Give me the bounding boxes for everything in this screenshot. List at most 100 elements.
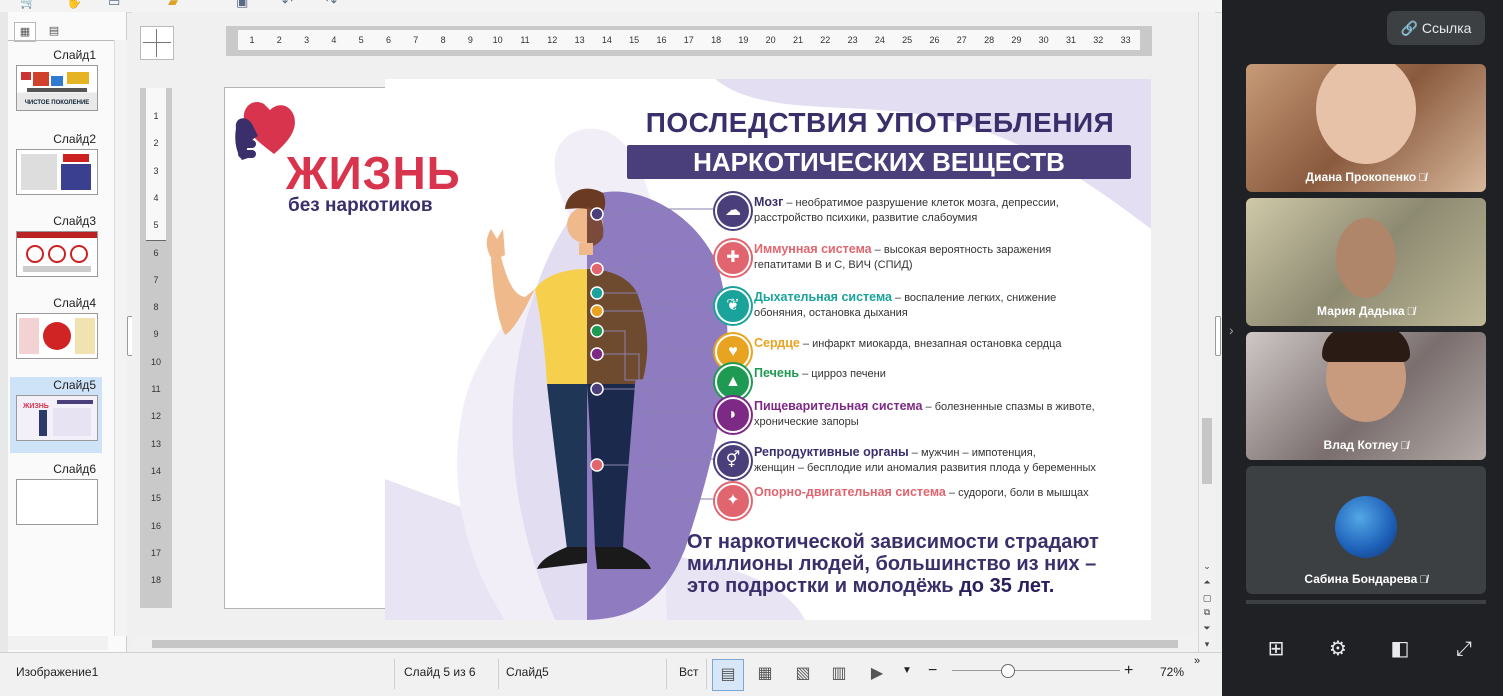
participant-tile-1[interactable]: Диана Прокопенко 🎙̸ bbox=[1246, 64, 1486, 192]
horizontal-ruler[interactable]: 1 2 3 4 5 6 7 8 9 10 11 12 13 14 15 16 17 18 19 20 21 22 23 24 2… bbox=[226, 26, 1152, 56]
next-slide-icon[interactable]: ⏷ bbox=[1201, 622, 1213, 634]
consequence-text: – цирроз печени bbox=[799, 368, 886, 380]
organ-dot bbox=[590, 347, 604, 361]
ruler-number: 29 bbox=[1011, 35, 1022, 45]
zoom-out-icon[interactable]: − bbox=[928, 662, 937, 680]
share-link-button[interactable]: 🔗 Ссылка bbox=[1387, 11, 1485, 45]
ruler-number: 17 bbox=[683, 35, 694, 45]
duplicate-icon[interactable]: ⧉ bbox=[1201, 606, 1213, 618]
consequence-item: Сердце – инфаркт миокарда, внезапная ост… bbox=[754, 336, 1144, 352]
undo-icon[interactable]: ↶ bbox=[282, 0, 298, 9]
slides-grid-icon[interactable]: ▦ bbox=[14, 22, 36, 42]
slide-1-preview: ЧИСТОЕ ПОКОЛЕНИЕ bbox=[21, 72, 89, 106]
grid-layout-icon[interactable]: ⊞ bbox=[1264, 637, 1288, 661]
organ-dot bbox=[590, 286, 604, 300]
ruler-number: 6 bbox=[385, 35, 392, 45]
organ-icon: ❦ bbox=[715, 288, 751, 324]
zoom-slider-track[interactable] bbox=[952, 670, 1120, 671]
slide-thumbnail-2[interactable]: Слайд2 bbox=[10, 131, 102, 207]
scroll-end-icon[interactable]: ▾ bbox=[1201, 638, 1213, 650]
editor-vertical-scrollbar[interactable] bbox=[1198, 12, 1215, 652]
ruler-corner[interactable] bbox=[140, 26, 174, 60]
slide-thumbnail-3[interactable]: Слайд3 bbox=[10, 213, 102, 289]
organ-icon: ✚ bbox=[715, 240, 751, 276]
editor-vscroll-thumb[interactable] bbox=[1202, 418, 1212, 484]
consequence-item: Репродуктивные органы – мужчин – импотен… bbox=[754, 445, 1144, 476]
participant-name: Влад Котлеу bbox=[1323, 438, 1399, 452]
slide-thumbnail-6[interactable]: Слайд6 bbox=[10, 461, 102, 537]
consequence-item: Мозг – необратимое разрушение клеток моз… bbox=[754, 195, 1144, 226]
ruler-number: 20 bbox=[765, 35, 776, 45]
ruler-number: 32 bbox=[1093, 35, 1104, 45]
fullscreen-icon[interactable]: ⤢ bbox=[1452, 637, 1476, 661]
settings-gear-icon[interactable]: ⚙ bbox=[1326, 637, 1350, 661]
logo-big-text: ЖИЗНЬ bbox=[286, 147, 461, 199]
zoom-level[interactable]: 72% bbox=[1160, 665, 1184, 679]
ruler-number: 27 bbox=[956, 35, 967, 45]
cart-icon[interactable]: 🛒 bbox=[20, 0, 36, 9]
picture-in-picture-icon[interactable]: ◧ bbox=[1388, 637, 1412, 661]
hand-icon[interactable]: ✋ bbox=[66, 0, 82, 9]
slides-panel-scrollbar[interactable] bbox=[114, 40, 127, 636]
consequence-text-2: расстройство психики, развитие слабоумия bbox=[754, 212, 978, 224]
organ-dot bbox=[590, 324, 604, 338]
participant-name: Мария Дадыка bbox=[1317, 304, 1405, 318]
editor-hscroll-thumb[interactable] bbox=[152, 640, 1178, 648]
slide-thumbnail-5[interactable]: Слайд5 ЖИЗНЬ bbox=[10, 377, 102, 453]
normal-view-icon[interactable]: ▤ bbox=[712, 659, 744, 691]
ruler-number: 4 bbox=[331, 35, 337, 45]
insert-mode-label[interactable]: Вст bbox=[679, 665, 699, 679]
zoom-in-icon[interactable]: + bbox=[1124, 662, 1133, 680]
organ-icon: ▲ bbox=[715, 364, 751, 400]
outline-view-icon[interactable]: ▦ bbox=[750, 659, 780, 689]
ruler-number: 1 bbox=[153, 111, 159, 121]
ruler-number: 7 bbox=[413, 35, 419, 45]
ruler-number: 11 bbox=[520, 35, 530, 45]
consequence-heading: Опорно-двигательная система bbox=[754, 485, 946, 499]
link-button-label: Ссылка bbox=[1421, 20, 1472, 36]
bottom-statement: От наркотической зависимости страдают ми… bbox=[687, 531, 1147, 597]
participant-tile-2[interactable]: Мария Дадыка 🎙̸ bbox=[1246, 198, 1486, 326]
slide-position-label: Слайд 5 из 6 bbox=[404, 665, 476, 679]
logo: ЖИЗНЬ без наркотиков bbox=[234, 96, 484, 226]
participant-name: Диана Прокопенко bbox=[1305, 170, 1417, 184]
slideshow-dropdown-icon[interactable]: ▼ bbox=[902, 665, 912, 676]
organ-dot bbox=[590, 458, 604, 472]
consequence-text: – болезненные спазмы в животе, bbox=[922, 401, 1095, 413]
notes-view-icon[interactable]: ▧ bbox=[788, 659, 818, 689]
slide-image[interactable]: ПОСЛЕДСТВИЯ УПОТРЕБЛЕНИЯ НАРКОТИЧЕСКИХ В… bbox=[385, 79, 1151, 620]
consequence-text: – мужчин – импотенция, bbox=[908, 447, 1036, 459]
slideshow-icon[interactable]: ▶ bbox=[862, 659, 892, 689]
impress-window: 🛒 ✋ ▭ ▰ ▣ ↶ ↷ ▦ ▤ Слайд1 ЧИСТОЕ ПОКОЛЕНИ… bbox=[0, 0, 1222, 696]
participant-tile-3[interactable]: Влад Котлеу 🎙̸ bbox=[1246, 332, 1486, 460]
slide-sorter-mini-icon[interactable]: ▢ bbox=[1201, 592, 1213, 604]
consequence-heading: Иммунная система bbox=[754, 242, 872, 256]
prev-slide-icon[interactable]: ⏶ bbox=[1201, 576, 1213, 588]
ruler-number: 15 bbox=[150, 493, 162, 504]
organ-icon: ☁ bbox=[715, 193, 751, 229]
slides-panel-hscroll[interactable] bbox=[8, 636, 108, 650]
mic-off-icon: 🎙̸ bbox=[1400, 440, 1409, 452]
ruler-number: 13 bbox=[150, 438, 162, 449]
slide-5-preview: ЖИЗНЬ bbox=[17, 396, 97, 440]
consequence-text: – судороги, боли в мышцах bbox=[945, 487, 1089, 499]
slides-list: Слайд1 ЧИСТОЕ ПОКОЛЕНИЕ Слайд2 Слайд3 Сл… bbox=[8, 40, 114, 637]
slide-thumbnail-4[interactable]: Слайд4 bbox=[10, 295, 102, 371]
consequence-item: Опорно-двигательная система – судороги, … bbox=[754, 485, 1144, 501]
slide-thumbnail-1[interactable]: Слайд1 ЧИСТОЕ ПОКОЛЕНИЕ bbox=[10, 47, 102, 123]
consequence-text-2: гепатитами В и С, ВИЧ (СПИД) bbox=[754, 259, 913, 271]
collapse-chevron-icon[interactable]: › bbox=[1229, 322, 1234, 338]
outline-icon[interactable]: ▤ bbox=[44, 22, 64, 40]
poster-title-line2-text: НАРКОТИЧЕСКИХ ВЕЩЕСТВ bbox=[693, 147, 1065, 177]
new-doc-icon[interactable]: ▭ bbox=[108, 0, 124, 9]
ruler-number: 14 bbox=[601, 35, 612, 45]
slide-label: Слайд6 bbox=[53, 462, 96, 476]
scroll-down-icon[interactable]: ⌄ bbox=[1201, 560, 1213, 572]
slide-sorter-view-icon[interactable]: ▥ bbox=[824, 659, 854, 689]
more-icon[interactable]: » bbox=[1194, 655, 1200, 667]
vertical-ruler[interactable]: 1 2 3 4 5 6 7 8 9 10 11 12 13 14 15 16 17 18 bbox=[140, 88, 172, 608]
save-icon[interactable]: ▣ bbox=[236, 0, 252, 9]
open-folder-icon[interactable]: ▰ bbox=[168, 0, 184, 9]
right-panel-splitter[interactable] bbox=[1215, 316, 1221, 356]
redo-icon[interactable]: ↷ bbox=[326, 0, 342, 9]
